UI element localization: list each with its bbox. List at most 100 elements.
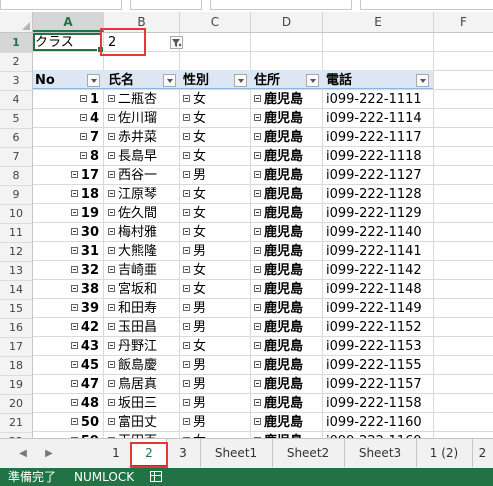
collapse-icon[interactable] (108, 342, 115, 349)
record-gender[interactable]: 男 (183, 413, 248, 432)
record-no[interactable]: 47 (35, 375, 99, 394)
collapse-icon[interactable] (70, 190, 78, 197)
collapse-icon[interactable] (70, 418, 78, 425)
row-header[interactable]: 17 (0, 337, 32, 357)
record-gender[interactable]: 女 (183, 261, 248, 280)
filter-dropdown-icon[interactable] (234, 74, 247, 87)
collapse-icon[interactable] (70, 228, 78, 235)
record-name[interactable]: 佐久間 (108, 204, 178, 223)
record-phone[interactable]: i099-222-1129 (326, 204, 431, 223)
record-gender[interactable]: 男 (183, 242, 248, 261)
collapse-icon[interactable] (254, 266, 261, 273)
record-phone[interactable]: i099-222-1142 (326, 261, 431, 280)
sheet-tab[interactable]: 2 (472, 439, 493, 467)
column-header-a[interactable]: A (33, 12, 104, 32)
record-name[interactable]: 西谷一 (108, 166, 178, 185)
collapse-icon[interactable] (108, 266, 115, 273)
record-name[interactable]: 梅村雅 (108, 223, 178, 242)
select-all-corner[interactable] (0, 12, 33, 32)
filter-dropdown-icon[interactable] (416, 74, 429, 87)
column-header-c[interactable]: C (180, 12, 251, 32)
filter-dropdown-icon[interactable] (306, 74, 319, 87)
record-name[interactable]: 丹野江 (108, 337, 178, 356)
collapse-icon[interactable] (108, 114, 115, 121)
record-name[interactable]: 和田寿 (108, 299, 178, 318)
collapse-icon[interactable] (183, 266, 190, 273)
collapse-icon[interactable] (183, 190, 190, 197)
row-header[interactable]: 9 (0, 185, 32, 205)
record-no[interactable]: 8 (35, 147, 99, 166)
record-no[interactable]: 50 (35, 413, 99, 432)
row-header[interactable]: 13 (0, 261, 32, 281)
record-phone[interactable]: i099-222-1152 (326, 318, 431, 337)
record-phone[interactable]: i099-222-1160 (326, 413, 431, 432)
collapse-icon[interactable] (183, 152, 190, 159)
collapse-icon[interactable] (183, 133, 190, 140)
record-address[interactable]: 鹿児島 (254, 223, 320, 242)
record-gender[interactable]: 男 (183, 375, 248, 394)
record-name[interactable]: 吉崎亜 (108, 261, 178, 280)
filter-dropdown-icon[interactable] (87, 74, 100, 87)
sheet-tab[interactable]: Sheet2 (272, 439, 345, 467)
collapse-icon[interactable] (108, 133, 115, 140)
record-phone[interactable]: i099-222-1149 (326, 299, 431, 318)
sheet-tab[interactable]: 1 (100, 439, 133, 467)
record-gender[interactable]: 女 (183, 109, 248, 128)
row-header[interactable]: 21 (0, 413, 32, 433)
collapse-icon[interactable] (70, 399, 78, 406)
record-gender[interactable]: 女 (183, 204, 248, 223)
record-gender[interactable]: 男 (183, 356, 248, 375)
collapse-icon[interactable] (183, 418, 190, 425)
record-gender[interactable]: 男 (183, 318, 248, 337)
row-header[interactable]: 19 (0, 375, 32, 395)
record-no[interactable]: 32 (35, 261, 99, 280)
row-header[interactable]: 18 (0, 356, 32, 376)
record-address[interactable]: 鹿児島 (254, 90, 320, 109)
record-address[interactable]: 鹿児島 (254, 242, 320, 261)
record-phone[interactable]: i099-222-1148 (326, 280, 431, 299)
record-phone[interactable]: i099-222-1158 (326, 394, 431, 413)
record-address[interactable]: 鹿児島 (254, 280, 320, 299)
record-address[interactable]: 鹿児島 (254, 166, 320, 185)
record-phone[interactable]: i099-222-1114 (326, 109, 431, 128)
row-header[interactable]: 6 (0, 128, 32, 148)
record-address[interactable]: 鹿児島 (254, 109, 320, 128)
collapse-icon[interactable] (183, 228, 190, 235)
collapse-icon[interactable] (108, 304, 115, 311)
collapse-icon[interactable] (254, 361, 261, 368)
tab-scroll-left-icon[interactable]: ◀ (14, 445, 32, 463)
collapse-icon[interactable] (108, 418, 115, 425)
collapse-icon[interactable] (254, 190, 261, 197)
sheet-tab[interactable]: 3 (166, 439, 201, 467)
collapse-icon[interactable] (108, 190, 115, 197)
collapse-icon[interactable] (183, 304, 190, 311)
row-header[interactable]: 16 (0, 318, 32, 338)
filter-dropdown-icon[interactable] (163, 74, 176, 87)
collapse-icon[interactable] (70, 285, 78, 292)
row-header[interactable]: 11 (0, 223, 32, 243)
collapse-icon[interactable] (183, 380, 190, 387)
collapse-icon[interactable] (183, 399, 190, 406)
record-no[interactable]: 18 (35, 185, 99, 204)
collapse-icon[interactable] (254, 247, 261, 254)
record-phone[interactable]: i099-222-1118 (326, 147, 431, 166)
collapse-icon[interactable] (70, 323, 78, 330)
row-header[interactable]: 8 (0, 166, 32, 186)
sheet-tab[interactable]: Sheet3 (344, 439, 417, 467)
record-phone[interactable]: i099-222-1111 (326, 90, 431, 109)
record-gender[interactable]: 男 (183, 394, 248, 413)
collapse-icon[interactable] (108, 209, 115, 216)
record-name[interactable]: 飯島慶 (108, 356, 178, 375)
record-name[interactable]: 長島早 (108, 147, 178, 166)
row-header[interactable]: 3 (0, 71, 32, 91)
record-no[interactable]: 31 (35, 242, 99, 261)
collapse-icon[interactable] (70, 380, 78, 387)
collapse-icon[interactable] (108, 152, 115, 159)
record-gender[interactable]: 女 (183, 90, 248, 109)
collapse-icon[interactable] (183, 247, 190, 254)
record-address[interactable]: 鹿児島 (254, 147, 320, 166)
collapse-icon[interactable] (254, 114, 261, 121)
row-header[interactable]: 10 (0, 204, 32, 224)
record-name[interactable]: 宮坂和 (108, 280, 178, 299)
record-phone[interactable]: i099-222-1141 (326, 242, 431, 261)
